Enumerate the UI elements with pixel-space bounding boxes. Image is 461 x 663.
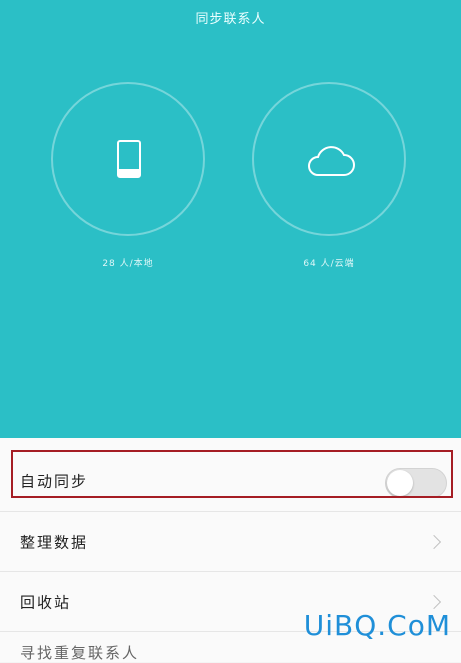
- cloud-count: 64 人/云端: [303, 259, 355, 269]
- page-title: 同步联系人: [195, 12, 266, 27]
- chevron-right-icon: [426, 534, 442, 549]
- local-count: 28 人/本地: [102, 259, 154, 269]
- chevron-right-icon: [426, 594, 442, 609]
- phone-icon: [117, 140, 141, 178]
- sync-header: 同步联系人 28 人/本地 64 人/云端: [0, 0, 461, 438]
- find-duplicates-label: 寻找重复联系人: [20, 644, 140, 662]
- highlight-box: [11, 450, 453, 498]
- watermark-logo: UiBQ.CoM: [303, 609, 451, 642]
- cloud-icon: [308, 146, 355, 176]
- recycle-bin-label: 回收站: [20, 593, 72, 611]
- organize-data-row[interactable]: 整理数据: [0, 512, 461, 572]
- local-contacts-circle[interactable]: [51, 82, 205, 236]
- organize-data-label: 整理数据: [20, 533, 89, 551]
- cloud-contacts-circle[interactable]: [252, 82, 406, 236]
